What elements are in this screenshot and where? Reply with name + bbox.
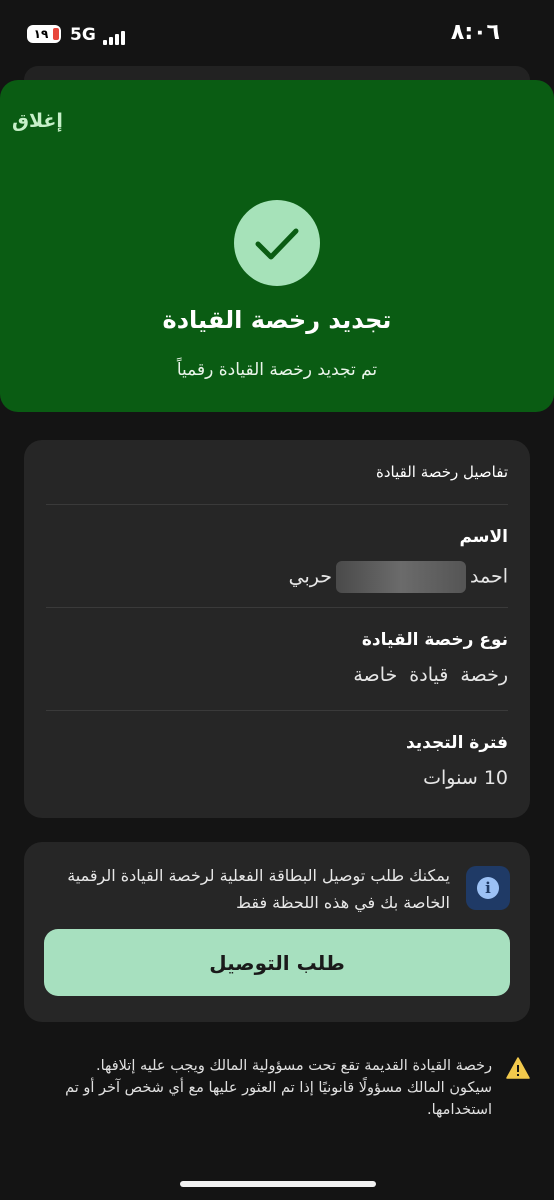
warning-text: رخصة القيادة القديمة تقع تحت مسؤولية الم… xyxy=(65,1058,492,1118)
detail-label: الاسم xyxy=(459,527,508,547)
page-subtitle: تم تجديد رخصة القيادة رقمياً xyxy=(176,360,378,380)
detail-value: 10 سنوات xyxy=(423,767,508,789)
detail-row-renewal-period: فترة التجديد 10 سنوات xyxy=(46,710,508,813)
clock: ٨:٠٦ xyxy=(450,20,500,45)
success-banner: إغلاق تجديد رخصة القيادة تم تجديد رخصة ا… xyxy=(0,80,554,412)
detail-label: نوع رخصة القيادة xyxy=(361,630,508,650)
license-details-card: تفاصيل رخصة القيادة الاسم احمد حربي نوع ر… xyxy=(24,440,530,818)
check-icon xyxy=(234,200,320,286)
info-icon: i xyxy=(466,866,510,910)
name-last: حربي xyxy=(288,565,333,588)
home-indicator xyxy=(180,1181,376,1187)
redacted-block xyxy=(336,561,467,593)
card-header: تفاصيل رخصة القيادة xyxy=(375,463,508,481)
page-title: تجديد رخصة القيادة xyxy=(162,306,392,334)
network-label: 5G xyxy=(70,25,96,45)
signal-icon xyxy=(103,29,127,45)
detail-value: احمد حربي xyxy=(289,561,508,593)
request-delivery-button[interactable]: طلب التوصيل xyxy=(44,929,510,996)
delivery-card: i يمكنك طلب توصيل البطاقة الفعلية لرخصة … xyxy=(24,842,530,1022)
detail-label: فترة التجديد xyxy=(405,733,508,753)
detail-row-license-type: نوع رخصة القيادة رخصة قيادة خاصة xyxy=(46,607,508,710)
warning-icon xyxy=(506,1057,530,1079)
detail-value: رخصة قيادة خاصة xyxy=(353,664,508,686)
name-first: احمد xyxy=(470,565,508,588)
battery-indicator: ١٩ xyxy=(27,25,61,43)
status-bar: ١٩ 5G ٨:٠٦ xyxy=(0,0,554,70)
close-button[interactable]: إغلاق xyxy=(12,110,63,132)
delivery-text: يمكنك طلب توصيل البطاقة الفعلية لرخصة ال… xyxy=(67,866,450,912)
detail-row-name: الاسم احمد حربي xyxy=(46,504,508,607)
